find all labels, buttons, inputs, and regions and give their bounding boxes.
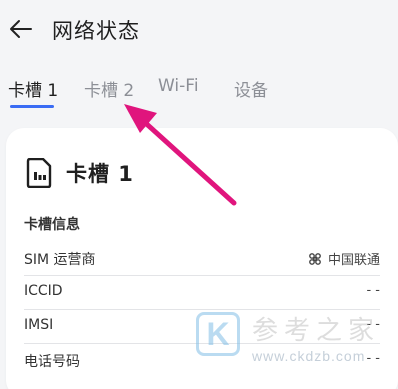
info-row-phone-number: 电话号码 - -	[24, 344, 380, 378]
row-key: 电话号码	[24, 354, 80, 370]
row-value: - -	[366, 283, 380, 298]
back-arrow-icon[interactable]	[8, 16, 34, 42]
row-key: ICCID	[24, 283, 63, 299]
section-label: 卡槽信息	[24, 217, 80, 233]
info-row-iccid: ICCID - -	[24, 276, 380, 310]
card-title: 卡槽 1	[66, 162, 134, 186]
sim-info-card: 卡槽 1 卡槽信息 SIM 运营商 中国联通 ICCID - - IMSI - …	[6, 128, 398, 389]
sim-card-icon	[26, 157, 52, 189]
tab-bar: 卡槽 1 卡槽 2 Wi-Fi 设备	[0, 76, 398, 116]
tab-device[interactable]: 设备	[234, 76, 268, 101]
tab-wifi[interactable]: Wi-Fi	[158, 76, 199, 96]
row-value: - -	[366, 317, 380, 332]
tab-sim-slot-2[interactable]: 卡槽 2	[84, 76, 134, 101]
page-title: 网络状态	[52, 19, 140, 43]
row-value: - -	[366, 351, 380, 366]
info-row-carrier: SIM 运营商 中国联通	[24, 242, 380, 276]
info-row-imsi: IMSI - -	[24, 310, 380, 344]
row-key: IMSI	[24, 317, 54, 333]
tab-sim-slot-1[interactable]: 卡槽 1	[8, 76, 58, 101]
row-value: 中国联通	[308, 249, 380, 268]
china-unicom-logo-icon	[308, 252, 322, 266]
row-key: SIM 运营商	[24, 252, 96, 268]
carrier-name: 中国联通	[327, 253, 380, 268]
top-bar: 网络状态	[0, 0, 398, 62]
active-tab-indicator	[10, 105, 54, 108]
